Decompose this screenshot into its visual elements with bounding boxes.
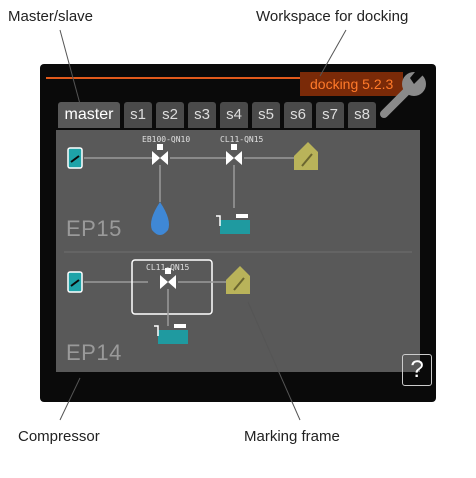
leader-line: [59, 29, 81, 105]
leader-line: [247, 301, 301, 421]
leader-line: [59, 377, 81, 421]
callout-leaders: [59, 29, 347, 421]
leader-line: [319, 29, 347, 77]
